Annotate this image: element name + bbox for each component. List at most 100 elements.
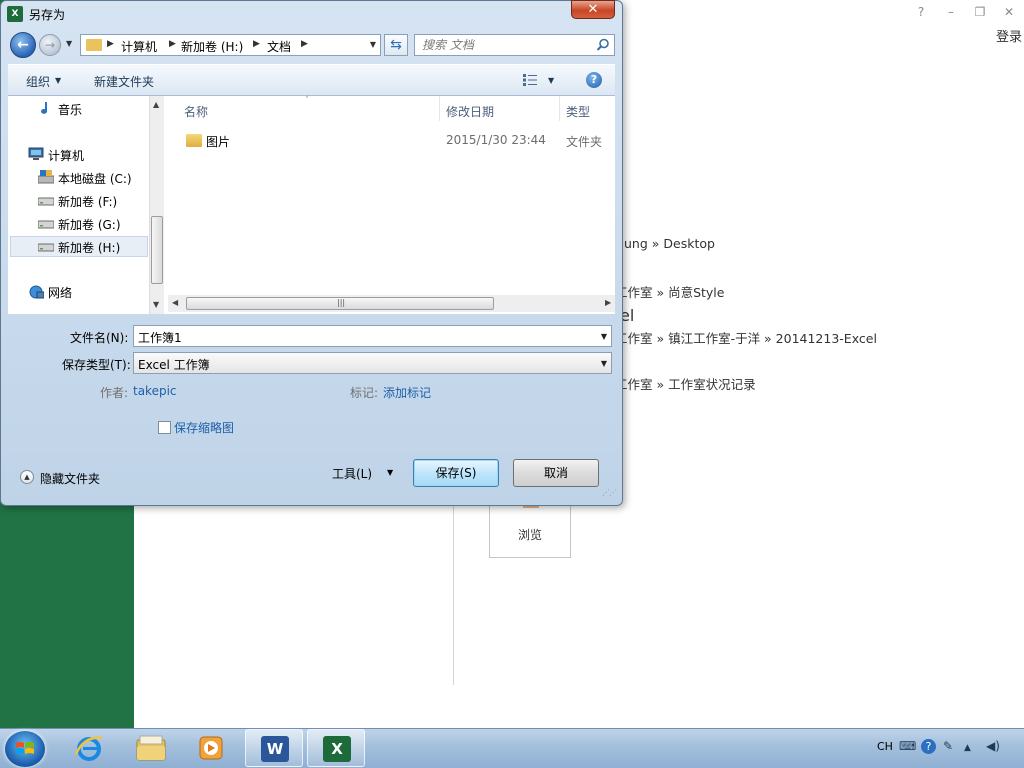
chevron-up-icon[interactable]: ▲ (20, 470, 34, 484)
arrow-left-icon: ← (17, 37, 29, 53)
filetype-select[interactable]: Excel 工作簿 ▼ (133, 352, 612, 374)
network-icon (29, 285, 44, 299)
filetype-value: Excel 工作簿 (138, 358, 210, 372)
author-value[interactable]: takepic (133, 384, 177, 398)
chevron-down-icon[interactable]: ▼ (387, 468, 393, 477)
file-explorer-icon (136, 735, 166, 761)
scroll-left-icon[interactable]: ◀ (172, 298, 178, 307)
dialog-close-button[interactable]: ✕ (571, 0, 615, 19)
save-thumbnail-label[interactable]: 保存缩略图 (174, 419, 234, 436)
scroll-up-icon[interactable]: ▲ (153, 100, 159, 109)
keyboard-icon[interactable]: ⌨ (899, 739, 916, 753)
sidebar-item-music[interactable]: 音乐 (58, 101, 82, 118)
help-tray-icon[interactable]: ? (921, 739, 936, 754)
scroll-thumb[interactable]: ||| (186, 297, 494, 310)
login-link[interactable]: 登录 (996, 26, 1022, 45)
drive-icon (38, 220, 54, 229)
search-input[interactable] (422, 37, 582, 53)
file-name[interactable]: 图片 (206, 133, 230, 150)
back-button[interactable]: ← (10, 32, 36, 58)
taskbar-ie[interactable] (60, 729, 118, 767)
view-dropdown-icon[interactable]: ▼ (548, 76, 554, 85)
media-player-icon (199, 736, 223, 760)
taskbar-word[interactable]: W (245, 729, 303, 767)
arrow-right-icon: → (44, 38, 56, 52)
browse-button[interactable]: 浏览 (489, 500, 571, 558)
recent-folder-path[interactable]: ung » Desktop (624, 236, 715, 251)
navigation-pane: 音乐 计算机 本地磁盘 (C:) 新加卷 (F:) 新加卷 (G:) 新加卷 (… (8, 96, 164, 314)
breadcrumb-computer[interactable]: 计算机 (121, 38, 157, 55)
volume-icon[interactable]: ◀) (986, 739, 1000, 753)
column-header-type[interactable]: 类型 (566, 103, 590, 120)
address-bar[interactable]: ▶ 计算机 ▶ 新加卷 (H:) ▶ 文档 ▶ ▼ (80, 34, 381, 56)
save-button[interactable]: 保存(S) (413, 459, 499, 487)
show-hidden-icons-icon[interactable]: ▲ (964, 743, 971, 753)
help-button[interactable]: ? (586, 72, 602, 88)
sidebar-item-network[interactable]: 网络 (48, 284, 72, 301)
chevron-right-icon[interactable]: ▶ (253, 39, 260, 49)
horizontal-scrollbar[interactable]: ◀ ||| ▶ (168, 295, 615, 312)
sidebar-item-drive-c[interactable]: 本地磁盘 (C:) (58, 170, 132, 187)
folder-icon (186, 134, 202, 147)
organize-menu[interactable]: 组织 (26, 73, 50, 90)
scroll-right-icon[interactable]: ▶ (605, 298, 611, 307)
breadcrumb-drive-h[interactable]: 新加卷 (H:) (181, 38, 243, 55)
view-options-icon[interactable] (523, 74, 537, 86)
minimize-icon[interactable]: – (942, 4, 960, 20)
column-header-name[interactable]: 名称 (184, 103, 208, 120)
cancel-button[interactable]: 取消 (513, 459, 599, 487)
chevron-right-icon[interactable]: ▶ (301, 39, 308, 49)
tools-menu[interactable]: 工具(L) (332, 465, 372, 482)
recent-folder-path[interactable]: › 工作室 » 镇江工作室-于洋 » 20141213-Excel (606, 328, 877, 347)
sidebar-item-computer[interactable]: 计算机 (48, 147, 84, 164)
pen-icon[interactable]: ✎ (943, 739, 953, 753)
browse-label: 浏览 (517, 528, 542, 542)
new-folder-button[interactable]: 新建文件夹 (94, 73, 154, 90)
scroll-down-icon[interactable]: ▼ (153, 300, 159, 309)
filename-input[interactable]: 工作簿1 ▼ (133, 325, 612, 347)
forward-button[interactable]: → (39, 34, 61, 56)
music-icon (41, 102, 48, 114)
taskbar-excel[interactable]: X (307, 729, 365, 767)
app-close-icon[interactable]: ✕ (1000, 4, 1018, 20)
sidebar-item-drive-g[interactable]: 新加卷 (G:) (58, 216, 121, 233)
search-icon[interactable] (596, 38, 610, 52)
start-button[interactable] (5, 731, 45, 767)
save-thumbnail-checkbox[interactable] (158, 421, 171, 434)
search-box[interactable] (414, 34, 615, 56)
refresh-button[interactable]: ⇆ (384, 34, 408, 56)
breadcrumb-documents[interactable]: 文档 (267, 38, 291, 55)
column-divider[interactable] (559, 96, 560, 121)
chevron-down-icon[interactable]: ▼ (601, 359, 607, 368)
sidebar-item-drive-f[interactable]: 新加卷 (F:) (58, 193, 117, 210)
chevron-right-icon[interactable]: ▶ (169, 39, 176, 49)
chevron-down-icon[interactable]: ▼ (55, 76, 61, 85)
restore-icon[interactable]: ❐ (971, 4, 989, 20)
recent-folder-path[interactable]: › 工作室 » 工作室状况记录 (606, 374, 756, 393)
windows-logo-icon (16, 742, 34, 754)
help-icon[interactable]: ? (912, 4, 930, 20)
chevron-down-icon[interactable]: ▼ (601, 332, 607, 341)
scroll-thumb[interactable] (151, 216, 163, 284)
sidebar-item-drive-h[interactable]: 新加卷 (H:) (58, 239, 120, 256)
excel-icon: X (323, 736, 351, 762)
excel-app-icon: X (7, 6, 23, 22)
hide-folders-button[interactable]: 隐藏文件夹 (40, 470, 100, 487)
navigation-scrollbar[interactable]: ▲ ▼ (149, 96, 164, 314)
system-drive-icon (38, 170, 54, 184)
recent-pages-dropdown[interactable]: ▼ (66, 39, 72, 48)
column-header-modified[interactable]: 修改日期 (446, 103, 494, 120)
taskbar-media-player[interactable] (182, 729, 240, 767)
resize-grip-icon[interactable]: ⋰⋰ (602, 488, 617, 497)
add-tags-link[interactable]: 添加标记 (383, 384, 431, 401)
folder-icon (86, 39, 102, 51)
column-divider[interactable] (439, 96, 440, 121)
close-icon: ✕ (587, 2, 599, 17)
recent-folder-path[interactable]: › 工作室 » 尚意Style (606, 282, 724, 301)
file-modified: 2015/1/30 23:44 (446, 133, 546, 147)
address-dropdown-icon[interactable]: ▼ (370, 40, 376, 49)
taskbar-explorer[interactable] (121, 729, 179, 767)
language-indicator[interactable]: CH (877, 740, 893, 753)
chevron-down-icon: ▼ (66, 39, 73, 48)
grip-icon: ||| (337, 298, 346, 307)
